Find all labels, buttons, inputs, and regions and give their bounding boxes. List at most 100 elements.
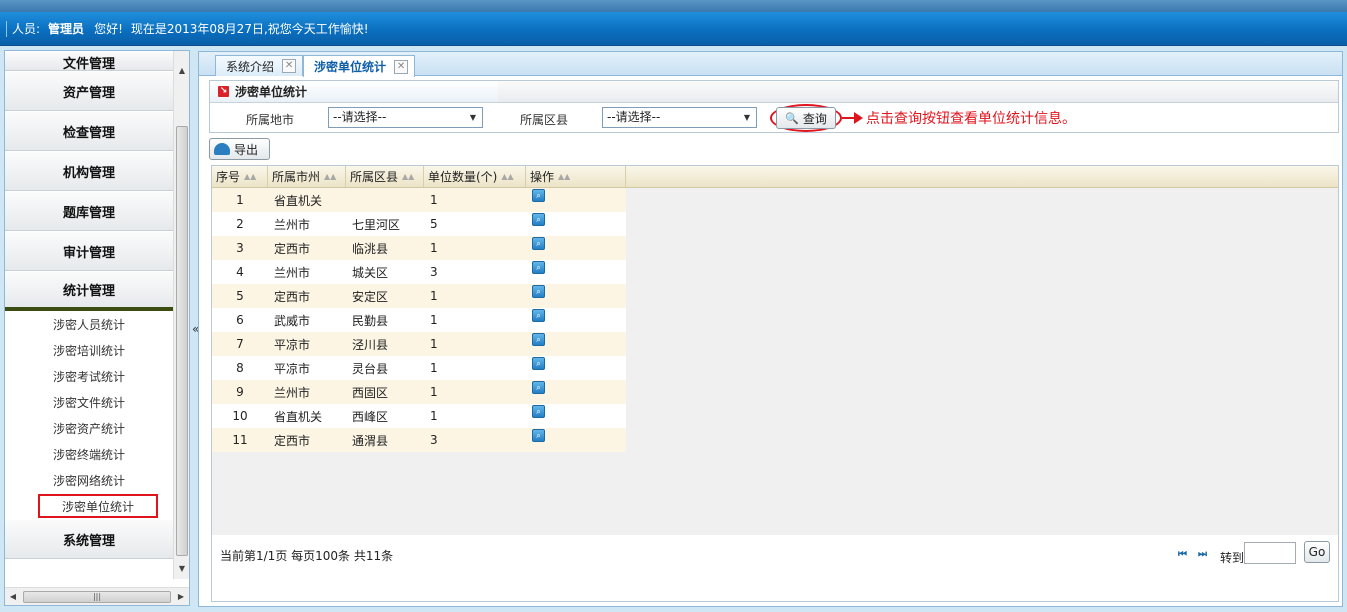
- view-detail-icon[interactable]: ⌕: [532, 237, 545, 250]
- view-detail-icon[interactable]: ⌕: [532, 261, 545, 274]
- city-filter-label: 所属地市: [246, 113, 295, 127]
- sort-icon[interactable]: ▲▲: [244, 172, 256, 181]
- table-row[interactable]: 3 定西市 临洮县 1 ⌕: [212, 236, 626, 260]
- tab-unit-stats[interactable]: 涉密单位统计 ✕: [303, 55, 416, 77]
- view-detail-icon[interactable]: ⌕: [532, 357, 545, 370]
- sidebar-item-exam-stats[interactable]: 涉密考试统计: [5, 363, 173, 389]
- menu-statistics[interactable]: 统计管理: [5, 271, 173, 311]
- export-icon: [214, 143, 230, 155]
- table-row[interactable]: 9 兰州市 西固区 1 ⌕: [212, 380, 626, 404]
- annotation-text: 点击查询按钮查看单位统计信息。: [866, 111, 1076, 127]
- view-detail-icon[interactable]: ⌕: [532, 429, 545, 442]
- export-button[interactable]: 导出: [209, 138, 270, 160]
- hscrollbar-thumb[interactable]: |||: [23, 591, 171, 603]
- arrow-box-icon: ↘: [218, 86, 229, 97]
- sort-icon[interactable]: ▲▲: [558, 172, 570, 181]
- goto-page-input[interactable]: [1244, 542, 1296, 564]
- chevron-down-icon: ▼: [469, 113, 477, 122]
- sidebar-vertical-scrollbar[interactable]: ▲ ▼: [173, 51, 189, 579]
- sidebar-item-training-stats[interactable]: 涉密培训统计: [5, 337, 173, 363]
- view-detail-icon[interactable]: ⌕: [532, 333, 545, 346]
- panel-titlebar-fill: [498, 81, 1338, 103]
- view-detail-icon[interactable]: ⌕: [532, 381, 545, 394]
- chevron-down-icon: ▼: [743, 113, 751, 122]
- user-name: 管理员: [48, 22, 85, 36]
- scroll-left-icon[interactable]: ◀: [5, 588, 21, 605]
- district-filter-label: 所属区县: [520, 113, 569, 127]
- grid-footer: 当前第1/1页 每页100条 共11条 ⏮ ⏭ 转到 Go: [212, 535, 1338, 601]
- tab-bar: 系统介绍 ✕ 涉密单位统计 ✕: [199, 52, 1342, 77]
- last-page-icon[interactable]: ⏭: [1198, 549, 1207, 560]
- menu-file[interactable]: 文件管理: [5, 51, 173, 72]
- first-page-icon[interactable]: ⏮: [1178, 549, 1187, 560]
- sort-icon[interactable]: ▲▲: [402, 172, 414, 181]
- column-header-action[interactable]: 操作 ▲▲: [526, 166, 626, 187]
- close-icon[interactable]: ✕: [282, 59, 297, 73]
- menu-asset[interactable]: 资产管理: [5, 71, 173, 111]
- sidebar-item-network-stats[interactable]: 涉密网络统计: [5, 467, 173, 493]
- sidebar-horizontal-scrollbar[interactable]: ◀ ||| ▶: [5, 587, 189, 605]
- main-area: 系统介绍 ✕ 涉密单位统计 ✕ ↘ 涉密单位统计 所属地市 --请选择-- ▼ …: [198, 51, 1343, 607]
- menu-system[interactable]: 系统管理: [5, 519, 173, 559]
- table-row[interactable]: 8 平凉市 灵台县 1 ⌕: [212, 356, 626, 380]
- table-row[interactable]: 2 兰州市 七里河区 5 ⌕: [212, 212, 626, 236]
- go-button[interactable]: Go: [1304, 541, 1330, 563]
- table-row[interactable]: 11 定西市 通渭县 3 ⌕: [212, 428, 626, 452]
- district-select[interactable]: --请选择-- ▼: [602, 107, 757, 128]
- tab-system-intro[interactable]: 系统介绍 ✕: [215, 55, 304, 76]
- panel-title: ↘ 涉密单位统计: [210, 81, 498, 103]
- page-info: 当前第1/1页 每页100条 共11条: [220, 549, 394, 563]
- table-row[interactable]: 6 武威市 民勤县 1 ⌕: [212, 308, 626, 332]
- column-header-district[interactable]: 所属区县 ▲▲: [346, 166, 424, 187]
- view-detail-icon[interactable]: ⌕: [532, 285, 545, 298]
- table-row[interactable]: 1 省直机关 1 ⌕: [212, 188, 626, 212]
- sidebar-item-asset-stats[interactable]: 涉密资产统计: [5, 415, 173, 441]
- column-header-city[interactable]: 所属市州 ▲▲: [268, 166, 346, 187]
- sort-icon[interactable]: ▲▲: [324, 172, 336, 181]
- scrollbar-thumb[interactable]: [176, 126, 188, 556]
- view-detail-icon[interactable]: ⌕: [532, 309, 545, 322]
- panel-title-text: 涉密单位统计: [235, 85, 308, 99]
- date-message: 现在是2013年08月27日,祝您今天工作愉快!: [130, 22, 369, 36]
- view-detail-icon[interactable]: ⌕: [532, 189, 545, 202]
- sidebar-item-unit-stats[interactable]: 涉密单位统计: [37, 493, 159, 519]
- menu-question-bank[interactable]: 题库管理: [5, 191, 173, 231]
- sidebar-item-terminal-stats[interactable]: 涉密终端统计: [5, 441, 173, 467]
- close-icon[interactable]: ✕: [394, 59, 409, 74]
- table-row[interactable]: 7 平凉市 泾川县 1 ⌕: [212, 332, 626, 356]
- grid-rows: 1 省直机关 1 ⌕ 2 兰州市 七里河区 5 ⌕ 3 定西市 临洮县 1 ⌕ 4 兰州市 城关区 3 ⌕ 5…: [212, 188, 626, 452]
- table-row[interactable]: 4 兰州市 城关区 3 ⌕: [212, 260, 626, 284]
- district-select-value: --请选择--: [607, 110, 661, 124]
- view-detail-icon[interactable]: ⌕: [532, 405, 545, 418]
- search-icon: 🔍: [785, 111, 799, 125]
- column-header-count[interactable]: 单位数量(个) ▲▲: [424, 166, 526, 187]
- table-row[interactable]: 5 定西市 安定区 1 ⌕: [212, 284, 626, 308]
- city-select-value: --请选择--: [333, 110, 387, 124]
- menu-inspection[interactable]: 检查管理: [5, 111, 173, 151]
- annotation-arrow-icon: [854, 112, 863, 124]
- query-button[interactable]: 🔍 查询: [776, 107, 836, 129]
- data-grid: 序号 ▲▲ 所属市州 ▲▲ 所属区县 ▲▲ 单位数量(个) ▲▲ 操作 ▲▲ 1 省直机关 1…: [211, 165, 1339, 602]
- scroll-down-icon[interactable]: ▼: [174, 561, 189, 577]
- goto-label: 转到: [1220, 551, 1245, 565]
- table-row[interactable]: 10 省直机关 西峰区 1 ⌕: [212, 404, 626, 428]
- top-strip: [0, 0, 1347, 12]
- view-detail-icon[interactable]: ⌕: [532, 213, 545, 226]
- scroll-up-icon[interactable]: ▲: [174, 63, 189, 79]
- header-bar: 人员: 管理员 您好! 现在是2013年08月27日,祝您今天工作愉快!: [0, 12, 1347, 46]
- menu-audit[interactable]: 审计管理: [5, 231, 173, 271]
- sidebar-menu: 文件管理 资产管理 检查管理 机构管理 题库管理 审计管理 统计管理 涉密人员统…: [5, 51, 173, 579]
- menu-organization[interactable]: 机构管理: [5, 151, 173, 191]
- sidebar: 文件管理 资产管理 检查管理 机构管理 题库管理 审计管理 统计管理 涉密人员统…: [4, 50, 190, 606]
- column-header-index[interactable]: 序号 ▲▲: [212, 166, 268, 187]
- header-separator: [6, 20, 9, 37]
- query-panel: ↘ 涉密单位统计 所属地市 --请选择-- ▼ 所属区县 --请选择-- ▼ 🔍…: [209, 80, 1339, 133]
- scroll-right-icon[interactable]: ▶: [173, 588, 189, 605]
- sort-icon[interactable]: ▲▲: [501, 172, 513, 181]
- tab-label: 涉密单位统计: [314, 60, 387, 74]
- grid-header: 序号 ▲▲ 所属市州 ▲▲ 所属区县 ▲▲ 单位数量(个) ▲▲ 操作 ▲▲: [212, 166, 1338, 188]
- city-select[interactable]: --请选择-- ▼: [328, 107, 483, 128]
- sidebar-item-personnel-stats[interactable]: 涉密人员统计: [5, 311, 173, 337]
- user-label: 人员:: [12, 22, 41, 36]
- sidebar-item-document-stats[interactable]: 涉密文件统计: [5, 389, 173, 415]
